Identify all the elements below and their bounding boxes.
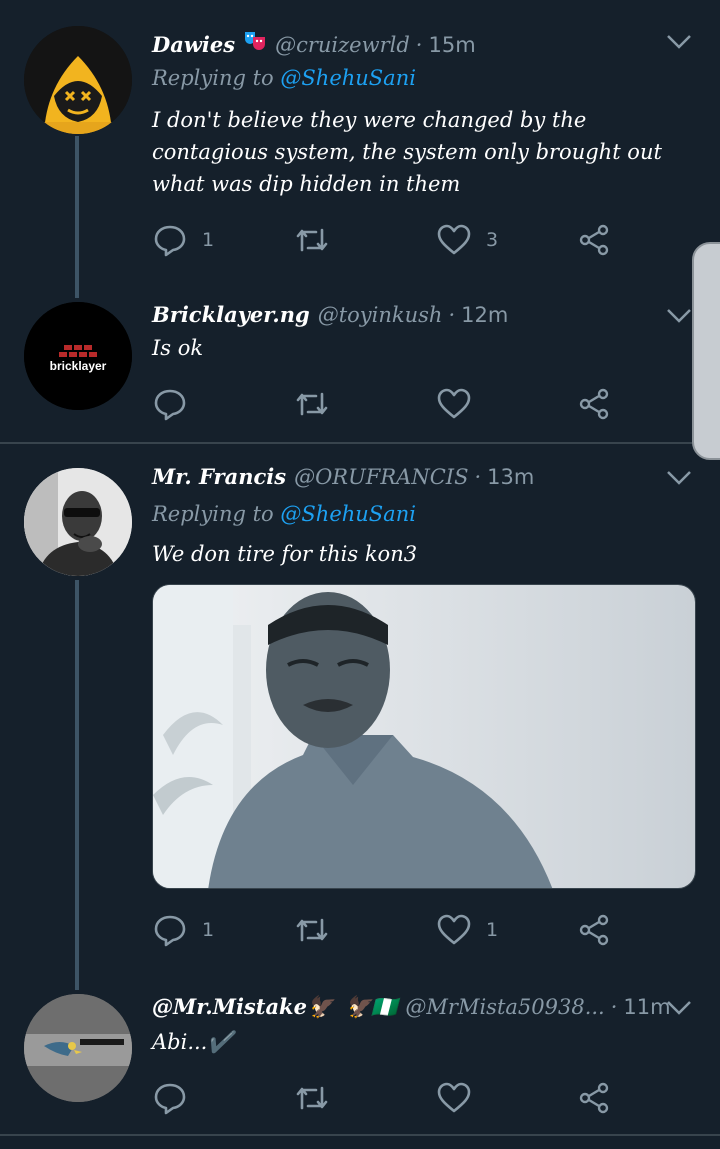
avatar-logo-text: bricklayer — [50, 359, 107, 373]
like-button[interactable]: 1 — [436, 910, 498, 950]
display-name[interactable]: Mr. Francis — [152, 464, 286, 489]
retweet-icon — [296, 918, 328, 942]
tweet-actions: 1 3 — [152, 220, 632, 260]
retweet-icon — [296, 228, 328, 252]
share-icon — [579, 224, 609, 256]
reply-button[interactable]: 1 — [152, 220, 214, 260]
separator-dot: · — [448, 303, 456, 327]
separator-dot: · — [474, 465, 482, 489]
handle[interactable]: @toyinkush — [318, 303, 443, 327]
timestamp[interactable]: 11m — [623, 995, 670, 1019]
reply-icon — [154, 225, 186, 257]
like-count: 1 — [486, 919, 499, 941]
share-button[interactable] — [576, 1078, 612, 1118]
retweet-button[interactable] — [294, 384, 330, 424]
reply-icon — [154, 389, 186, 421]
avatar[interactable] — [24, 26, 132, 134]
share-button[interactable] — [576, 220, 612, 260]
tweet-header: Dawies @cruizewrld · 15m — [152, 28, 476, 57]
bricklayer-logo: bricklayer — [24, 302, 132, 410]
share-button[interactable] — [576, 384, 612, 424]
chevron-down-icon[interactable] — [666, 34, 692, 50]
tweet-actions: 1 1 — [152, 910, 632, 950]
crying-man-media-image — [153, 585, 695, 888]
tweet-text: I don't believe they were changed by the… — [152, 108, 662, 196]
avatar[interactable] — [24, 994, 132, 1102]
handle[interactable]: @ORUFRANCIS — [294, 465, 468, 489]
retweet-button[interactable] — [294, 220, 330, 260]
reply-count: 1 — [202, 919, 215, 941]
retweet-icon — [296, 392, 328, 416]
display-name[interactable]: Dawies — [152, 32, 235, 57]
heart-icon — [437, 1082, 471, 1113]
tweet-header: Mr. Francis @ORUFRANCIS · 13m — [152, 464, 534, 489]
heart-icon — [437, 914, 471, 945]
replying-to-label: Replying to — [152, 66, 274, 90]
tweet-header: Bricklayer.ng @toyinkush · 12m — [152, 302, 508, 327]
timestamp[interactable]: 15m — [428, 33, 475, 57]
tweet-header: @Mr.Mistake🦅 🦅🇳🇬 @MrMista50938... · 11m — [152, 994, 671, 1020]
heart-icon — [437, 224, 471, 255]
mention-link[interactable]: @ShehuSani — [280, 66, 416, 90]
scrollbar-thumb[interactable] — [692, 242, 720, 460]
avatar[interactable]: bricklayer — [24, 302, 132, 410]
separator-dot: · — [610, 995, 618, 1019]
tweet-actions — [152, 1078, 632, 1118]
retweet-button[interactable] — [294, 910, 330, 950]
avatar[interactable] — [24, 468, 132, 576]
performing-arts-icon — [243, 28, 267, 52]
display-name[interactable]: @Mr.Mistake🦅 — [152, 994, 333, 1020]
tweet-actions — [152, 384, 632, 424]
display-name-emojis: 🦅🇳🇬 — [345, 994, 398, 1019]
handle[interactable]: @cruizewrld — [275, 33, 410, 57]
retweet-icon — [296, 1086, 328, 1110]
tweet-media-gif[interactable] — [152, 584, 696, 889]
like-button[interactable]: 3 — [436, 220, 498, 260]
share-icon — [579, 914, 609, 946]
share-button[interactable] — [576, 910, 612, 950]
man-with-sunglasses-avatar-image — [24, 468, 132, 576]
mention-link[interactable]: @ShehuSani — [280, 502, 416, 526]
reply-icon — [154, 915, 186, 947]
like-button[interactable] — [436, 1078, 472, 1118]
reply-icon — [154, 1083, 186, 1115]
thread-line — [75, 136, 79, 298]
share-icon — [579, 388, 609, 420]
tweet-2[interactable]: bricklayer Bricklayer.ng @toyinkush · 12… — [0, 290, 720, 442]
divider — [0, 1134, 720, 1136]
retweet-button[interactable] — [294, 1078, 330, 1118]
heart-icon — [437, 388, 471, 419]
separator-dot: · — [415, 33, 423, 57]
timestamp[interactable]: 13m — [487, 465, 534, 489]
chevron-down-icon[interactable] — [666, 1000, 692, 1016]
thread-line — [75, 580, 79, 990]
display-name[interactable]: Bricklayer.ng — [152, 302, 310, 327]
tweet-text: Abi...✔️ — [152, 1030, 234, 1054]
share-icon — [579, 1082, 609, 1114]
handle[interactable]: @MrMista50938... — [405, 995, 604, 1019]
reply-count: 1 — [202, 229, 215, 251]
hooded-figure-avatar-image — [24, 26, 132, 134]
reply-button[interactable] — [152, 384, 188, 424]
chevron-down-icon[interactable] — [666, 470, 692, 486]
timestamp[interactable]: 12m — [461, 303, 508, 327]
bird-avatar-image — [24, 994, 132, 1102]
tweet-text: We don tire for this kon3 — [152, 542, 418, 566]
replying-to-label: Replying to — [152, 502, 274, 526]
reply-button[interactable] — [152, 1078, 188, 1118]
tweet-3[interactable]: Mr. Francis @ORUFRANCIS · 13m Replying t… — [0, 444, 720, 990]
tweet-4[interactable]: @Mr.Mistake🦅 🦅🇳🇬 @MrMista50938... · 11m … — [0, 980, 720, 1149]
chevron-down-icon[interactable] — [666, 308, 692, 324]
replying-to: Replying to @ShehuSani — [152, 502, 416, 526]
like-count: 3 — [486, 229, 499, 251]
tweet-1[interactable]: Dawies @cruizewrld · 15m Replying to @Sh… — [0, 0, 720, 298]
like-button[interactable] — [436, 384, 472, 424]
tweet-text: Is ok — [152, 336, 204, 360]
reply-button[interactable]: 1 — [152, 910, 214, 950]
replying-to: Replying to @ShehuSani — [152, 66, 416, 90]
